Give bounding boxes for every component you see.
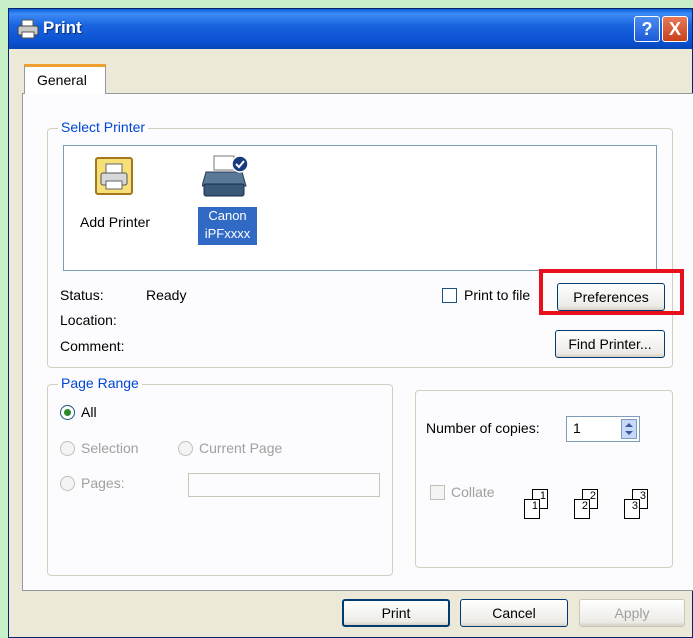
printer-icon (202, 155, 249, 197)
copies-group: Number of copies: 1 Collate 1 1 2 2 3 3 (415, 390, 673, 568)
status-value: Ready (146, 287, 187, 303)
canon-printer-model: iPFxxxx (204, 226, 251, 241)
location-label: Location: (60, 312, 117, 328)
printer-item-add-printer[interactable]: Add Printer (70, 156, 160, 236)
comment-label: Comment: (60, 338, 125, 354)
window-title: Print (43, 18, 82, 37)
collate-page-2-front: 2 (574, 499, 590, 519)
close-button[interactable]: X (662, 16, 688, 42)
tab-general[interactable]: General (24, 64, 106, 94)
all-radio[interactable] (60, 405, 75, 420)
select-printer-legend: Select Printer (58, 119, 149, 135)
page-range-legend: Page Range (58, 375, 142, 391)
collate-page-3-front: 3 (624, 499, 640, 519)
pages-radio[interactable] (60, 476, 75, 491)
general-tab-panel: Select Printer Add Printer Canon iPFxxxx… (22, 93, 693, 591)
printer-item-canon[interactable]: Canon iPFxxxx (192, 152, 262, 252)
find-printer-button[interactable]: Find Printer... (555, 330, 665, 358)
canon-printer-label-box: Canon iPFxxxx (198, 207, 257, 245)
collate-label[interactable]: Collate (451, 484, 495, 500)
collate-preview: 1 1 2 2 3 3 (520, 487, 670, 533)
add-printer-label: Add Printer (80, 214, 151, 230)
title-bar[interactable]: Print ? X (9, 9, 692, 49)
print-to-file-label[interactable]: Print to file (464, 287, 530, 303)
selection-label[interactable]: Selection (81, 440, 139, 456)
apply-button[interactable]: Apply (579, 599, 685, 627)
spinner-arrows-icon (625, 423, 633, 435)
cancel-button[interactable]: Cancel (460, 599, 568, 627)
print-button[interactable]: Print (342, 599, 450, 627)
copies-value: 1 (573, 420, 581, 436)
help-button[interactable]: ? (634, 16, 660, 42)
collate-checkbox[interactable] (430, 485, 445, 500)
add-printer-icon (95, 157, 133, 195)
tab-general-label: General (37, 72, 87, 88)
printer-list[interactable]: Add Printer Canon iPFxxxx (63, 145, 657, 271)
current-page-radio[interactable] (178, 441, 193, 456)
number-of-copies-label: Number of copies: (426, 420, 540, 436)
status-label: Status: (60, 287, 104, 303)
selection-radio[interactable] (60, 441, 75, 456)
printer-title-icon (17, 19, 39, 39)
print-dialog: Print ? X General Select Printer Add Pri… (8, 8, 693, 638)
current-page-label[interactable]: Current Page (199, 440, 282, 456)
preferences-highlight-box (539, 269, 684, 315)
pages-input[interactable] (188, 473, 380, 497)
canon-printer-name: Canon (208, 208, 247, 223)
select-printer-group: Select Printer Add Printer Canon iPFxxxx… (47, 119, 684, 368)
page-range-group: Page Range All Selection Current Page Pa… (47, 375, 393, 576)
spinner-buttons[interactable] (621, 419, 637, 439)
pages-label[interactable]: Pages: (81, 475, 125, 491)
print-to-file-checkbox[interactable] (442, 288, 457, 303)
copies-spinner[interactable]: 1 (566, 416, 640, 442)
all-label[interactable]: All (81, 404, 97, 420)
collate-page-1-front: 1 (524, 499, 540, 519)
